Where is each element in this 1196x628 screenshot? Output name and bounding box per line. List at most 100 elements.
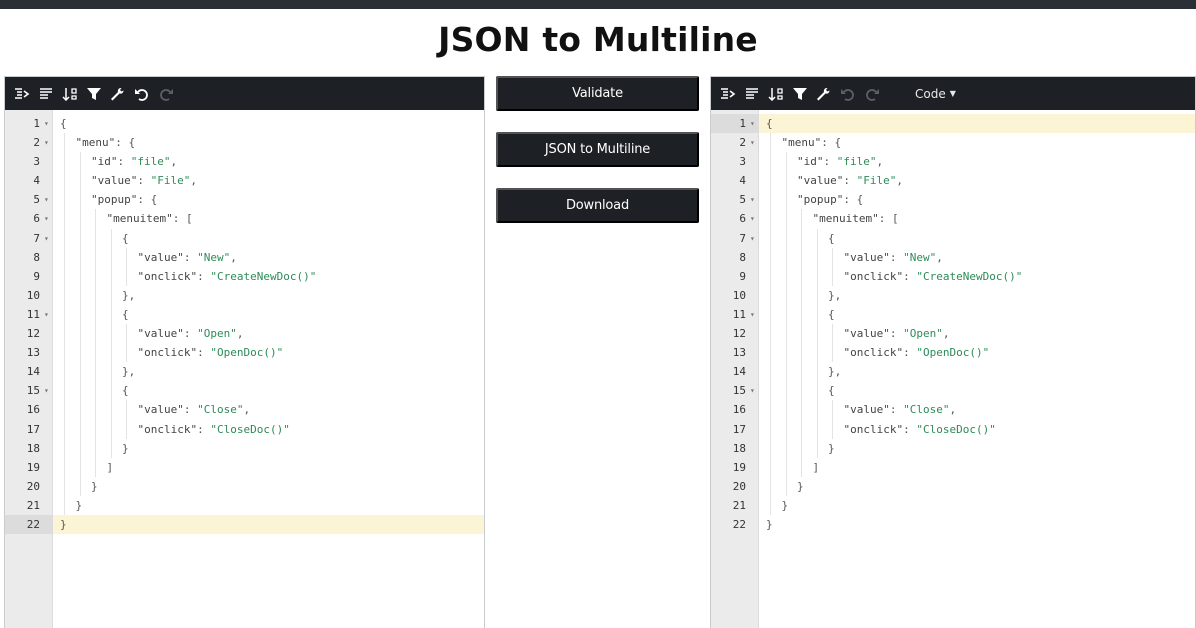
sort-icon[interactable] bbox=[59, 83, 81, 105]
fold-toggle-icon[interactable]: ▾ bbox=[750, 229, 755, 248]
repair-icon[interactable] bbox=[813, 83, 835, 105]
code-line[interactable]: 21} bbox=[5, 495, 484, 515]
code-line[interactable]: 18} bbox=[5, 438, 484, 458]
compact-icon[interactable] bbox=[741, 83, 763, 105]
code-line[interactable]: 21} bbox=[711, 495, 1195, 515]
indent-guide bbox=[770, 400, 771, 420]
code-line[interactable]: 19] bbox=[711, 457, 1195, 477]
code-area[interactable]: 1 ▾{2 ▾ "menu": {3 "id": "file", 4 "value": "F… bbox=[711, 114, 1195, 534]
code-line[interactable]: 15 ▾ { bbox=[5, 381, 484, 401]
undo-icon[interactable] bbox=[131, 83, 153, 105]
code-line[interactable]: 6 ▾ "menuitem": [ bbox=[711, 209, 1195, 229]
fold-toggle-icon[interactable]: ▾ bbox=[44, 229, 49, 248]
code-line[interactable]: 12 "value": "Open", bbox=[5, 324, 484, 344]
undo-icon[interactable] bbox=[837, 83, 859, 105]
input-json-editor[interactable]: 1 ▾{2 ▾ "menu": {3 "id": "file", 4 "value": "F… bbox=[4, 76, 485, 628]
code-line[interactable]: 1 ▾{ bbox=[5, 114, 484, 133]
filter-icon[interactable] bbox=[83, 83, 105, 105]
code-line[interactable]: 16 "value": "Close", bbox=[5, 400, 484, 420]
fold-toggle-icon[interactable]: ▾ bbox=[750, 209, 755, 228]
fold-toggle-icon[interactable]: ▾ bbox=[750, 133, 755, 152]
download-button[interactable]: Download bbox=[496, 188, 699, 223]
code-line[interactable]: 10}, bbox=[711, 285, 1195, 305]
code-line[interactable]: 10}, bbox=[5, 285, 484, 305]
code-line[interactable]: 14}, bbox=[5, 362, 484, 382]
code-area[interactable]: 1 ▾{2 ▾ "menu": {3 "id": "file", 4 "value": "F… bbox=[5, 114, 484, 535]
code-line[interactable]: 7 ▾{ bbox=[5, 228, 484, 248]
code-line[interactable]: 4 "value": "File", bbox=[711, 171, 1195, 191]
fold-toggle-icon[interactable]: ▾ bbox=[44, 209, 49, 228]
sort-icon[interactable] bbox=[765, 83, 787, 105]
code-line[interactable]: 6 ▾ "menuitem": [ bbox=[5, 209, 484, 229]
code-text: ] bbox=[106, 460, 114, 474]
validate-button[interactable]: Validate bbox=[496, 76, 699, 111]
mode-dropdown[interactable]: Code ▼ bbox=[909, 83, 962, 105]
code-line[interactable]: 3 "id": "file", bbox=[5, 152, 484, 172]
code-line[interactable]: 13 "onclick": "OpenDoc()" bbox=[5, 343, 484, 363]
code-line[interactable]: 4 "value": "File", bbox=[5, 171, 484, 191]
fold-toggle-icon[interactable]: ▾ bbox=[44, 305, 49, 324]
compact-icon[interactable] bbox=[35, 83, 57, 105]
code-line[interactable]: 2 ▾ "menu": { bbox=[711, 133, 1195, 153]
redo-icon[interactable] bbox=[155, 83, 177, 105]
code-line[interactable]: 3 "id": "file", bbox=[711, 152, 1195, 172]
json-to-multiline-button[interactable]: JSON to Multiline bbox=[496, 132, 699, 167]
output-editor[interactable]: Code ▼ 1 ▾{2 ▾ "menu": {3 "id": "file", 4 "val… bbox=[710, 76, 1196, 628]
code-line[interactable]: 15 ▾ { bbox=[711, 381, 1195, 401]
indent-guide bbox=[95, 228, 96, 248]
indent-guide bbox=[801, 285, 802, 305]
indent-guide bbox=[785, 247, 787, 267]
indent-guide bbox=[110, 266, 112, 286]
fold-toggle-icon[interactable]: ▾ bbox=[750, 114, 755, 133]
code-line[interactable]: 1 ▾{ bbox=[711, 114, 1195, 134]
format-icon[interactable] bbox=[717, 83, 739, 105]
indent-guide bbox=[816, 304, 818, 325]
code-line[interactable]: 2 ▾ "menu": { bbox=[5, 133, 484, 153]
code-line[interactable]: 12 "value": "Open", bbox=[711, 324, 1195, 344]
code-text: "onclick": "CreateNewDoc()" bbox=[843, 269, 1023, 283]
fold-toggle-icon[interactable]: ▾ bbox=[44, 133, 49, 152]
format-icon[interactable] bbox=[11, 83, 33, 105]
code-line[interactable]: 11 ▾ { bbox=[711, 304, 1195, 325]
indent-guide bbox=[770, 304, 771, 325]
gutter-cell: 22 bbox=[711, 515, 759, 534]
fold-toggle-icon[interactable]: ▾ bbox=[44, 114, 49, 133]
gutter-cell: 6 ▾ bbox=[5, 209, 53, 228]
filter-icon[interactable] bbox=[789, 83, 811, 105]
fold-toggle-icon[interactable]: ▾ bbox=[750, 305, 755, 324]
code-line[interactable]: 8 "value": "New", bbox=[5, 247, 484, 267]
gutter-cell: 2 ▾ bbox=[711, 133, 759, 152]
line-number: 3 bbox=[33, 155, 40, 169]
caret-down-icon: ▼ bbox=[949, 89, 956, 98]
fold-toggle-icon[interactable]: ▾ bbox=[44, 190, 49, 209]
code-line[interactable]: 16 "value": "Close", bbox=[711, 400, 1195, 420]
code-line[interactable]: 20} bbox=[711, 476, 1195, 496]
code-line[interactable]: 20} bbox=[5, 476, 484, 496]
code-line[interactable]: 22} bbox=[711, 515, 1195, 534]
code-text: "menuitem": [ bbox=[812, 212, 899, 226]
code-line[interactable]: 7 ▾{ bbox=[711, 228, 1195, 248]
line-number: 9 bbox=[33, 269, 40, 283]
code-line[interactable]: 9 "onclick": "CreateNewDoc()" bbox=[711, 266, 1195, 286]
redo-icon[interactable] bbox=[861, 83, 883, 105]
code-line[interactable]: 11 ▾ { bbox=[5, 304, 484, 325]
code-line[interactable]: 5 ▾ "popup": { bbox=[711, 190, 1195, 210]
code-line[interactable]: 18} bbox=[711, 438, 1195, 458]
code-line[interactable]: 19] bbox=[5, 457, 484, 477]
code-line[interactable]: 17 "onclick": "CloseDoc()" bbox=[5, 419, 484, 439]
fold-toggle-icon[interactable]: ▾ bbox=[750, 381, 755, 400]
code-line[interactable]: 8 "value": "New", bbox=[711, 247, 1195, 267]
fold-toggle-icon[interactable]: ▾ bbox=[750, 190, 755, 209]
code-line[interactable]: 22} bbox=[5, 514, 484, 535]
gutter-cell: 6 ▾ bbox=[711, 209, 759, 228]
code-line[interactable]: 14}, bbox=[711, 362, 1195, 382]
fold-toggle-icon[interactable]: ▾ bbox=[44, 381, 49, 400]
code-line[interactable]: 13 "onclick": "OpenDoc()" bbox=[711, 343, 1195, 363]
indent-guide bbox=[79, 343, 81, 363]
repair-icon[interactable] bbox=[107, 83, 129, 105]
code-line[interactable]: 9 "onclick": "CreateNewDoc()" bbox=[5, 266, 484, 286]
line-number: 22 bbox=[26, 517, 40, 531]
code-line[interactable]: 5 ▾ "popup": { bbox=[5, 190, 484, 210]
indent-guide bbox=[95, 304, 96, 325]
code-line[interactable]: 17 "onclick": "CloseDoc()" bbox=[711, 419, 1195, 439]
